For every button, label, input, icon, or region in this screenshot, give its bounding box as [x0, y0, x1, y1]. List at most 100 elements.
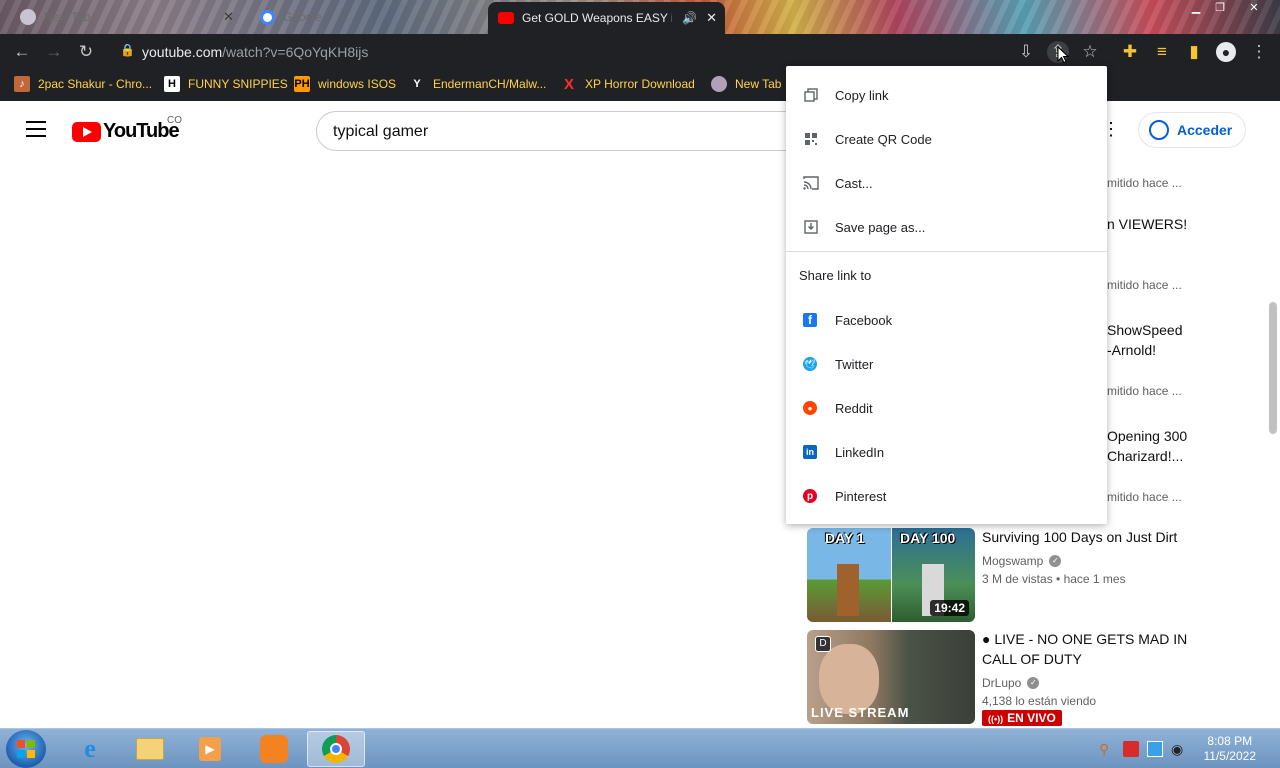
bookmark-endermanch[interactable]: Y EndermanCH/Malw...: [409, 76, 546, 92]
lock-icon: 🔒: [120, 43, 135, 57]
live-label: EN VIVO: [1007, 711, 1056, 725]
thumb-text: DAY 100: [900, 530, 956, 546]
copy-link-item[interactable]: Copy link: [786, 73, 1107, 117]
bookmark-windows-isos[interactable]: PH windows ISOS: [294, 76, 396, 92]
reload-icon[interactable]: ↻: [75, 41, 97, 63]
url-text[interactable]: youtube.com/watch?v=6QoYqKH8ijs: [142, 44, 368, 60]
media-control-icon[interactable]: ≡: [1151, 41, 1173, 63]
tab-title: Get GOLD Weapons EASY in: [522, 11, 672, 25]
tray-search-icon[interactable]: ⚲: [1099, 741, 1115, 757]
bookmark-xp-horror[interactable]: X XP Horror Download: [561, 75, 695, 93]
chrome-taskbar-icon[interactable]: [307, 731, 365, 767]
menu-item-label: LinkedIn: [835, 444, 885, 460]
bookmark-label: 2pac Shakur - Chro...: [38, 77, 153, 91]
save-page-as-item[interactable]: Save page as...: [786, 205, 1107, 249]
create-qr-code-item[interactable]: Create QR Code: [786, 117, 1107, 161]
video-meta: 3 M de vistas • hace 1 mes: [982, 572, 1126, 586]
video-title[interactable]: -Arnold!: [1107, 342, 1156, 358]
character-figure: [837, 564, 859, 616]
share-facebook-item[interactable]: f Facebook: [786, 298, 1107, 342]
chrome-menu-icon[interactable]: ⋮: [1248, 41, 1270, 63]
menu-item-label: Reddit: [835, 400, 873, 416]
mouse-cursor-icon: [1057, 45, 1070, 69]
cast-item[interactable]: Cast...: [786, 161, 1107, 205]
back-arrow-icon[interactable]: ←: [11, 41, 33, 63]
video-title[interactable]: Charizard!...: [1107, 448, 1183, 464]
x-logo-icon: X: [563, 75, 574, 93]
minimize-button[interactable]: ▁: [1184, 0, 1208, 16]
video-title[interactable]: n VIEWERS!: [1107, 216, 1187, 232]
bookmark-star-icon[interactable]: ☆: [1079, 41, 1101, 63]
tab-new-tab[interactable]: New Tab ✕: [10, 2, 242, 32]
menu-item-label: Cast...: [835, 175, 873, 191]
tray-flag-icon[interactable]: [1123, 741, 1139, 757]
bookmark-label: windows ISOS: [318, 77, 397, 91]
share-pinterest-item[interactable]: p Pinterest: [786, 474, 1107, 518]
search-query: typical gamer: [333, 123, 429, 140]
close-window-button[interactable]: ✕: [1242, 0, 1266, 16]
share-twitter-item[interactable]: 🕊 Twitter: [786, 342, 1107, 386]
system-clock[interactable]: 8:08 PM 11/5/2022: [1204, 734, 1257, 764]
speaker-icon[interactable]: 🔊: [682, 11, 697, 25]
video-title[interactable]: Surviving 100 Days on Just Dirt: [982, 527, 1197, 547]
linkedin-icon: in: [803, 445, 817, 459]
save-icon: [803, 219, 819, 235]
start-button[interactable]: [6, 730, 46, 768]
restore-button[interactable]: ❐: [1208, 0, 1232, 16]
h-logo-icon: H: [164, 76, 180, 92]
scrollbar-thumb[interactable]: [1269, 302, 1277, 434]
live-broadcast-icon: ((•)): [988, 714, 1004, 724]
clock-date: 11/5/2022: [1203, 749, 1257, 763]
live-badge: ((•)) EN VIVO: [982, 710, 1062, 726]
globe-icon: [711, 76, 727, 92]
video-title[interactable]: Opening 300: [1107, 428, 1187, 444]
profile-avatar-icon[interactable]: ●: [1215, 41, 1237, 63]
streamer-face: [819, 644, 879, 714]
verified-check-icon: ✓: [1027, 677, 1040, 689]
hamburger-menu-icon[interactable]: [26, 121, 46, 137]
youtube-play-icon: [72, 121, 101, 142]
bookmark-new-tab[interactable]: New Tab: [711, 76, 781, 92]
qr-code-icon: [803, 131, 819, 147]
sign-in-button[interactable]: Acceder: [1138, 112, 1246, 148]
share-reddit-item[interactable]: ● Reddit: [786, 386, 1107, 430]
tray-volume-icon[interactable]: ◉: [1171, 741, 1187, 757]
copy-icon: [803, 87, 819, 103]
video-title[interactable]: ● LIVE - NO ONE GETS MAD IN CALL OF DUTY: [982, 629, 1197, 669]
reddit-icon: ●: [803, 401, 817, 415]
page-scrollbar[interactable]: [1266, 159, 1280, 728]
tray-network-icon[interactable]: [1147, 741, 1163, 757]
address-bar[interactable]: 🔒 youtube.com/watch?v=6QoYqKH8ijs: [108, 37, 1114, 66]
country-code: CO: [167, 115, 182, 126]
tab-google[interactable]: Google: [250, 2, 486, 32]
forward-arrow-icon[interactable]: →: [43, 41, 65, 63]
uc-browser-icon[interactable]: [245, 731, 303, 767]
url-host: youtube.com: [142, 44, 223, 60]
channel-name[interactable]: Mogswamp ✓: [982, 554, 1062, 568]
bookmark-label: New Tab: [735, 77, 782, 91]
video-title[interactable]: ShowSpeed: [1107, 322, 1183, 338]
tab-close-icon[interactable]: ✕: [223, 9, 234, 25]
sign-in-label: Acceder: [1177, 122, 1233, 138]
video-duration: 19:42: [930, 600, 969, 616]
video-thumbnail[interactable]: DAY 1 DAY 100 19:42: [807, 528, 975, 622]
extensions-puzzle-icon[interactable]: ✚: [1119, 41, 1141, 63]
install-app-icon[interactable]: ⇩: [1015, 41, 1037, 63]
bookmark-label: XP Horror Download: [585, 77, 695, 91]
bookmark-2pac[interactable]: ♪ 2pac Shakur - Chro...: [14, 76, 152, 92]
file-explorer-icon[interactable]: [121, 731, 179, 767]
share-menu: Copy link Create QR Code Cast... Save pa…: [786, 66, 1107, 524]
tab-youtube-active[interactable]: Get GOLD Weapons EASY in 🔊 ✕: [488, 2, 725, 34]
channel-name[interactable]: DrLupo ✓: [982, 676, 1040, 690]
internet-explorer-icon[interactable]: e: [61, 731, 119, 767]
youtube-logo[interactable]: YouTube CO: [72, 115, 182, 143]
bookmark-funny-snippies[interactable]: H FUNNY SNIPPIES: [164, 76, 288, 92]
tab-close-icon[interactable]: ✕: [706, 10, 717, 26]
thumb-text: DAY 1: [825, 530, 865, 546]
media-player-icon[interactable]: ▶: [181, 731, 239, 767]
share-linkedin-item[interactable]: in LinkedIn: [786, 430, 1107, 474]
search-input[interactable]: typical gamer: [316, 111, 796, 151]
thumb-text: LIVE STREAM: [811, 705, 910, 720]
video-thumbnail[interactable]: D LIVE STREAM: [807, 630, 975, 724]
side-panel-icon[interactable]: ▮: [1183, 41, 1205, 63]
